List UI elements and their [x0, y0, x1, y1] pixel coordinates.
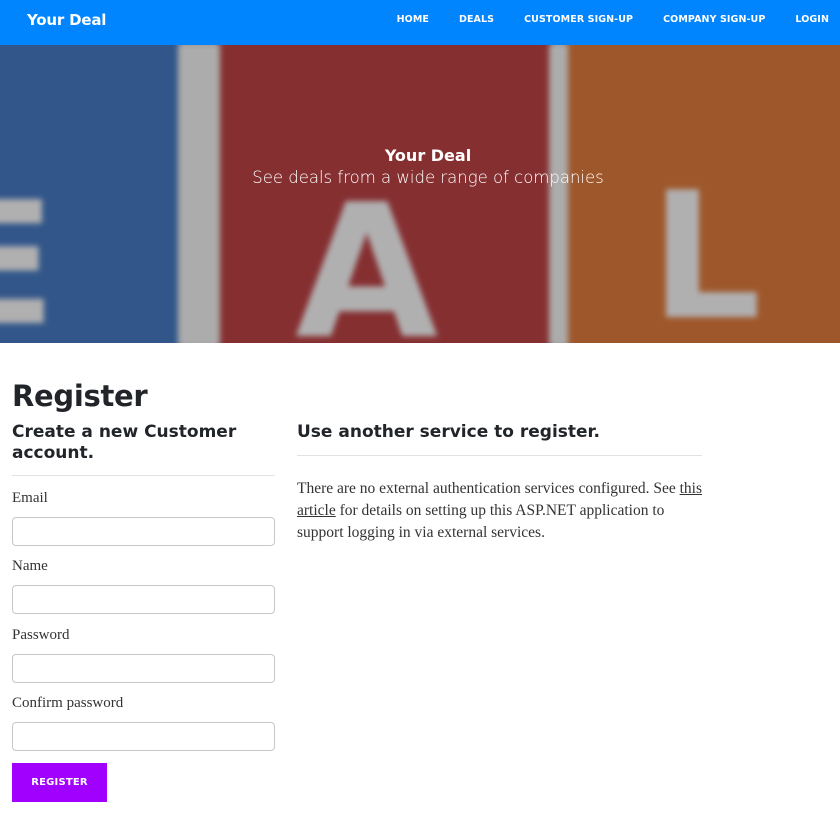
top-navbar: Your Deal HOME DEALS CUSTOMER SIGN-UP CO… [0, 0, 840, 45]
hero-title: Your Deal [384, 146, 472, 165]
nav-link-deals[interactable]: DEALS [459, 14, 494, 25]
confirm-password-field-group: Confirm password [12, 695, 275, 751]
name-label: Name [12, 558, 48, 574]
register-form-section: Create a new Customer account. [12, 422, 275, 476]
register-form-heading: Create a new Customer account. [12, 422, 237, 463]
external-message-text: for details on setting up this ASP.NET a… [297, 502, 665, 541]
nav-link-customer-signup[interactable]: CUSTOMER SIGN-UP [524, 14, 633, 25]
external-login-heading: Use another service to register. [297, 422, 600, 442]
confirm-password-field[interactable] [12, 722, 275, 751]
name-field[interactable] [12, 585, 275, 614]
page-title: Register [12, 379, 148, 413]
email-label: Email [12, 490, 48, 506]
external-login-section: Use another service to register. There a… [297, 422, 702, 544]
email-field[interactable] [12, 517, 275, 546]
external-message-text: There are no external authentication ser… [297, 480, 680, 497]
brand-link[interactable]: Your Deal [27, 11, 106, 29]
email-field-group: Email [12, 490, 275, 546]
nav-links: HOME DEALS CUSTOMER SIGN-UP COMPANY SIGN… [367, 14, 829, 25]
nav-link-company-signup[interactable]: COMPANY SIGN-UP [663, 14, 765, 25]
hero-subtitle: See deals from a wide range of companies [252, 168, 604, 187]
hero-banner: E A L Your Deal See deals from a wide ra… [0, 45, 840, 343]
hero-overlay [0, 45, 840, 343]
nav-link-home[interactable]: HOME [397, 14, 429, 25]
divider [297, 455, 702, 456]
external-login-message: There are no external authentication ser… [297, 478, 702, 544]
divider [12, 475, 275, 476]
name-field-group: Name [12, 558, 275, 614]
password-field-group: Password [12, 627, 275, 683]
password-field[interactable] [12, 654, 275, 683]
nav-link-login[interactable]: LOGIN [795, 14, 829, 25]
confirm-password-label: Confirm password [12, 695, 124, 711]
hero-text: Your Deal See deals from a wide range of… [0, 145, 840, 189]
password-label: Password [12, 627, 70, 643]
register-button[interactable]: REGISTER [12, 763, 107, 802]
